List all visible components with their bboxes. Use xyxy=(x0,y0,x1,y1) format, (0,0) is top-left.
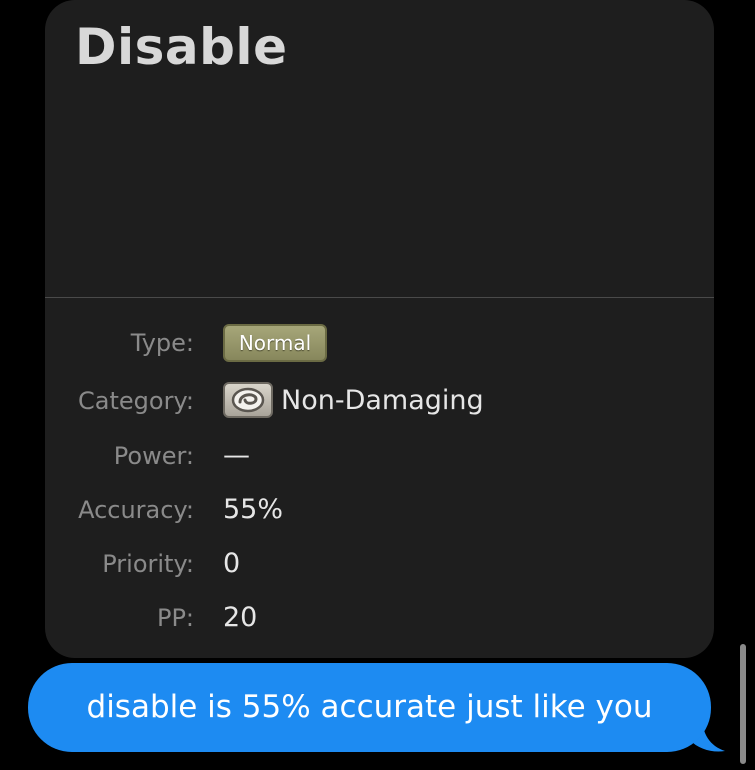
move-title: Disable xyxy=(75,18,288,76)
category-row: Category: Non-Damaging xyxy=(45,381,714,421)
priority-row: Priority: 0 xyxy=(45,544,714,584)
move-info-card[interactable]: Disable Type: Normal Category: Non-Damag… xyxy=(45,0,714,658)
accuracy-row: Accuracy: 55% xyxy=(45,490,714,530)
message-bubble[interactable]: disable is 55% accurate just like you xyxy=(28,663,711,752)
power-value: — xyxy=(223,440,250,471)
category-label: Category: xyxy=(78,387,194,415)
type-row: Type: Normal xyxy=(45,323,714,363)
type-badge: Normal xyxy=(223,324,327,362)
accuracy-label: Accuracy: xyxy=(78,496,194,524)
non-damaging-icon xyxy=(223,382,273,418)
pp-value: 20 xyxy=(223,602,258,633)
chat-screen: Disable Type: Normal Category: Non-Damag… xyxy=(0,0,755,770)
scrollbar[interactable] xyxy=(740,644,746,764)
message-text: disable is 55% accurate just like you xyxy=(86,689,653,725)
priority-label: Priority: xyxy=(102,550,194,578)
type-label: Type: xyxy=(130,329,194,357)
pp-label: PP: xyxy=(156,604,194,632)
accuracy-value: 55% xyxy=(223,494,284,525)
pp-row: PP: 20 xyxy=(45,598,714,638)
power-label: Power: xyxy=(113,442,194,470)
power-row: Power: — xyxy=(45,436,714,476)
priority-value: 0 xyxy=(223,548,241,579)
category-value: Non-Damaging xyxy=(281,385,484,416)
card-divider xyxy=(45,297,714,298)
